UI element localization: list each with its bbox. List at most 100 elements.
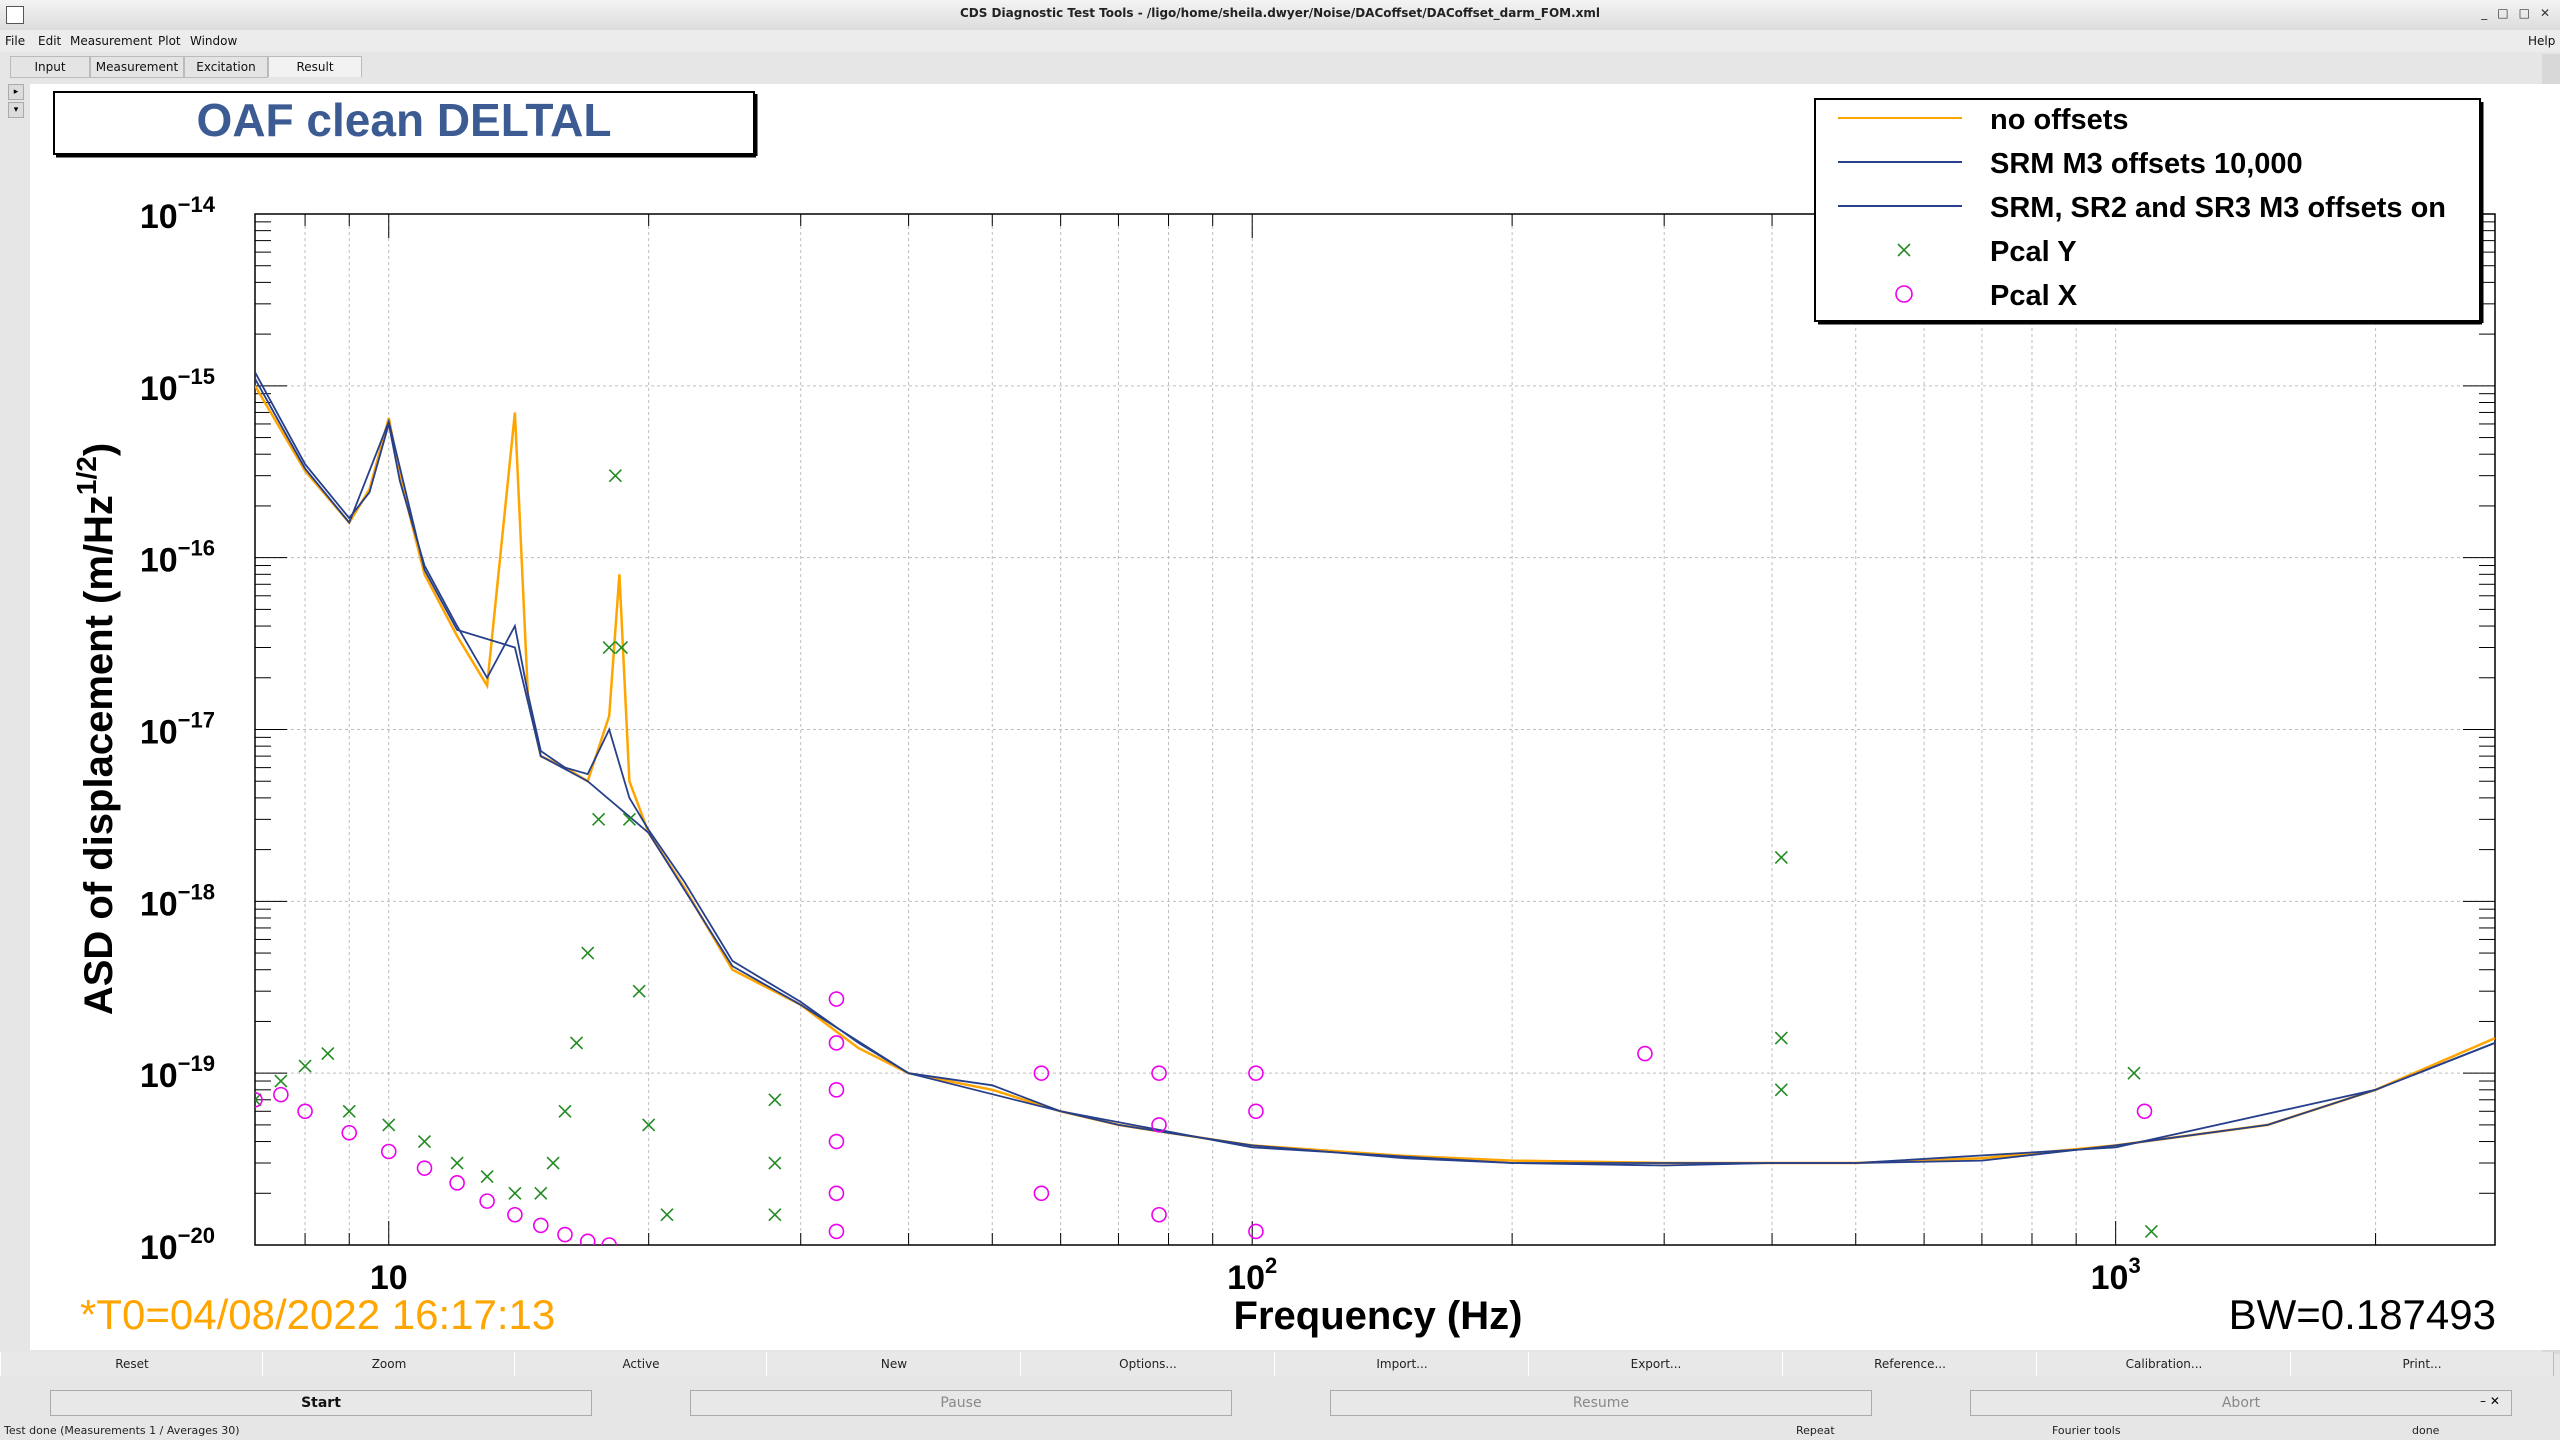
corner-controls-icon[interactable]: – ✕ (2480, 1394, 2500, 1408)
y-tick-label: 10−19 (140, 1051, 215, 1095)
y-tick-label: 10−20 (140, 1223, 215, 1267)
status-fourier: Fourier tools (2052, 1424, 2121, 1437)
window-titlebar: CDS Diagnostic Test Tools - /ligo/home/s… (0, 0, 2560, 31)
x-axis-label: Frequency (Hz) (1234, 1294, 1523, 1338)
window-title: CDS Diagnostic Test Tools - /ligo/home/s… (959, 6, 1601, 20)
pcal-x-marker (416, 1160, 433, 1176)
export-button[interactable]: Export... (1528, 1352, 1784, 1376)
legend-label: SRM, SR2 and SR3 M3 offsets on (1990, 192, 2446, 224)
pcal-x-marker (557, 1226, 573, 1243)
print-button[interactable]: Print... (2290, 1352, 2554, 1376)
menu-edit[interactable]: Edit (38, 34, 61, 48)
y-tick-label: 10−14 (140, 192, 216, 236)
tab-bar: Input Measurement Excitation Result (0, 54, 2560, 78)
tab-input[interactable]: Input (10, 56, 90, 78)
pcal-x-marker (532, 1217, 549, 1234)
pcal-x-marker (1151, 1206, 1167, 1223)
pcal-x-marker (828, 991, 845, 1007)
pcal-y-marker (768, 1093, 782, 1107)
plot-title: OAF clean DELTAL (197, 94, 612, 146)
tab-excitation[interactable]: Excitation (184, 56, 268, 78)
abort-button[interactable]: Abort (1970, 1390, 2512, 1416)
pcal-y-marker (768, 1208, 782, 1222)
pcal-x-marker (1248, 1103, 1264, 1120)
pcal-y-marker (417, 1134, 432, 1149)
control-button-bar: Start Pause Resume Abort – ✕ (0, 1388, 2560, 1418)
x-tick-label: 102 (1227, 1253, 1277, 1297)
import-button[interactable]: Import... (1274, 1352, 1530, 1376)
reference-button[interactable]: Reference... (1782, 1352, 2038, 1376)
pcal-y-marker (508, 1186, 522, 1200)
tab-result[interactable]: Result (268, 56, 362, 77)
menu-plot[interactable]: Plot (158, 34, 181, 48)
active-button[interactable]: Active (514, 1352, 768, 1376)
pcal-x-marker (273, 1086, 289, 1103)
legend: no offsets SRM M3 offsets 10,000 SRM, SR2 … (1814, 98, 2484, 325)
pcal-x-marker (828, 1223, 845, 1240)
menu-file[interactable]: File (5, 34, 25, 48)
pcal-y-marker (274, 1074, 288, 1088)
new-button[interactable]: New (766, 1352, 1022, 1376)
pcal-y-marker (480, 1170, 494, 1184)
status-text: Test done (Measurements 1 / Averages 30) (4, 1424, 240, 1437)
pcal-x-marker (449, 1175, 465, 1191)
pcal-x-marker (828, 1035, 845, 1051)
start-button[interactable]: Start (50, 1390, 592, 1416)
resume-button[interactable]: Resume (1330, 1390, 1872, 1416)
minimize-icon[interactable]: _ (2481, 6, 2487, 20)
zoom-button[interactable]: Zoom (262, 1352, 516, 1376)
axes: 10−1410−1510−1610−1710−1810−1910−2010 102… (140, 192, 2496, 1297)
pcal-x-marker (828, 1133, 845, 1150)
pcal-x-marker (828, 1082, 845, 1098)
pcal-y-marker (608, 469, 622, 483)
options-button[interactable]: Options... (1020, 1352, 1276, 1376)
maximize-icon[interactable]: □ (2497, 6, 2508, 20)
grid (254, 213, 2495, 1246)
close-icon[interactable]: ✕ (2540, 6, 2550, 20)
pcal-y-marker (1774, 1083, 1788, 1097)
pcal-x-marker (579, 1233, 596, 1245)
pcal-x-marker (1248, 1223, 1264, 1240)
pcal-y-marker (2144, 1224, 2158, 1238)
pcal-x-marker (1637, 1045, 1653, 1062)
legend-label: SRM M3 offsets 10,000 (1990, 148, 2303, 180)
plot-button-bar: Reset Zoom Active New Options... Import.… (0, 1350, 2560, 1378)
y-axis-label: ASD of displacement (m/Hz1/2) (71, 443, 121, 1015)
pause-button[interactable]: Pause (690, 1390, 1232, 1416)
y-tick-label: 10−16 (140, 536, 215, 580)
pcal-x-marker (2136, 1103, 2153, 1120)
plot-window[interactable]: OAF clean DELTAL 10−14 10−15 10−16 10−17 10−… (30, 84, 2560, 1350)
pcal-y-marker (450, 1156, 464, 1170)
timestamp: *T0=04/08/2022 16:17:13 (80, 1291, 555, 1338)
x-tick-label: 103 (2091, 1253, 2141, 1297)
pcal-y-marker (569, 1036, 584, 1050)
pcal-x-marker (828, 1185, 845, 1202)
series-line-0 (255, 385, 2495, 1165)
y-tick-label: 10−17 (140, 708, 215, 752)
arrow-right-icon[interactable]: ▸ (8, 84, 24, 100)
reset-button[interactable]: Reset (0, 1352, 264, 1376)
y-tick-label: 10−18 (140, 879, 215, 923)
pcal-y-marker (546, 1156, 560, 1170)
pcal-y-marker (581, 946, 595, 960)
pcal-x-marker (479, 1193, 495, 1209)
pcal-y-marker (1774, 850, 1788, 865)
series-line-1 (255, 371, 2495, 1167)
status-repeat: Repeat (1796, 1424, 1835, 1437)
y-tick-label: 10−15 (140, 364, 215, 408)
pcal-y-marker (632, 984, 646, 998)
asd-chart[interactable]: OAF clean DELTAL 10−14 10−15 10−16 10−17 10−… (30, 84, 2560, 1350)
arrow-down-icon[interactable]: ▾ (8, 102, 24, 118)
menu-window[interactable]: Window (190, 34, 237, 48)
menu-measurement[interactable]: Measurement (70, 34, 152, 48)
side-arrows: ▸ ▾ (8, 84, 24, 120)
restore-icon[interactable]: □ (2519, 6, 2530, 20)
status-bar: Test done (Measurements 1 / Averages 30)… (0, 1420, 2560, 1440)
pcal-x-marker (1033, 1185, 1050, 1202)
menu-bar: File Edit Measurement Plot Window Help (0, 30, 2560, 52)
menu-help[interactable]: Help (2528, 34, 2555, 48)
tab-measurement[interactable]: Measurement (90, 56, 184, 78)
calibration-button[interactable]: Calibration... (2036, 1352, 2292, 1376)
status-done: done (2412, 1424, 2440, 1437)
pcal-y-marker (592, 812, 606, 826)
